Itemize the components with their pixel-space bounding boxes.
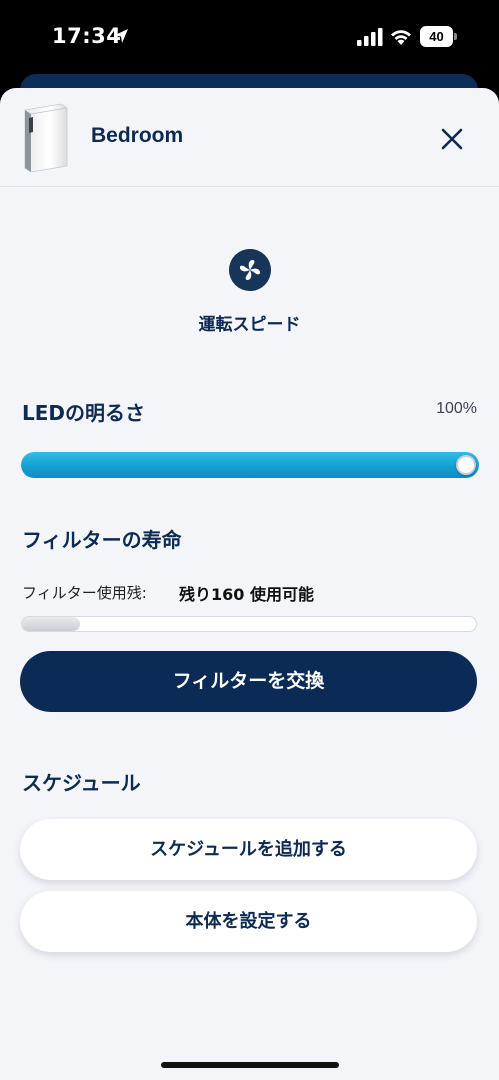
location-arrow-icon [114, 29, 128, 43]
battery-level: 40 [420, 26, 453, 47]
led-slider-track [21, 452, 479, 478]
add-schedule-button[interactable]: スケジュールを追加する [20, 819, 477, 880]
led-slider-fill [21, 452, 479, 478]
fan-speed-label: 運転スピード [198, 315, 301, 335]
schedule-title: スケジュール [22, 771, 141, 795]
sheet-header: Bedroom [0, 88, 499, 187]
filter-life-bar [21, 616, 477, 632]
cellular-signal-icon [357, 28, 383, 46]
led-brightness-title: LEDの明るさ [22, 401, 146, 425]
battery-indicator: 40 [420, 26, 457, 47]
device-sheet: Bedroom 運転スピード LEDの明るさ 100% フィルターの寿命 フィル… [0, 88, 499, 1080]
device-name: Bedroom [91, 124, 184, 147]
replace-filter-button[interactable]: フィルターを交換 [20, 651, 477, 712]
wifi-icon [391, 30, 411, 45]
air-purifier-image [24, 103, 68, 172]
led-brightness-value: 100% [436, 400, 477, 417]
filter-remaining-label: フィルター使用残: [22, 584, 147, 602]
led-brightness-slider[interactable] [21, 452, 479, 478]
led-slider-thumb[interactable] [456, 455, 476, 475]
close-button[interactable] [436, 123, 468, 155]
battery-cap [454, 33, 457, 40]
device-settings-button[interactable]: 本体を設定する [20, 891, 477, 952]
fan-icon[interactable] [229, 249, 271, 291]
filter-remaining-value: 残り160 使用可能 [179, 585, 314, 604]
status-time: 17:34 [52, 24, 122, 48]
filter-life-title: フィルターの寿命 [22, 528, 182, 552]
filter-life-bar-fill [22, 617, 80, 631]
status-bar: 17:34 40 [0, 0, 499, 80]
home-indicator [161, 1062, 339, 1068]
